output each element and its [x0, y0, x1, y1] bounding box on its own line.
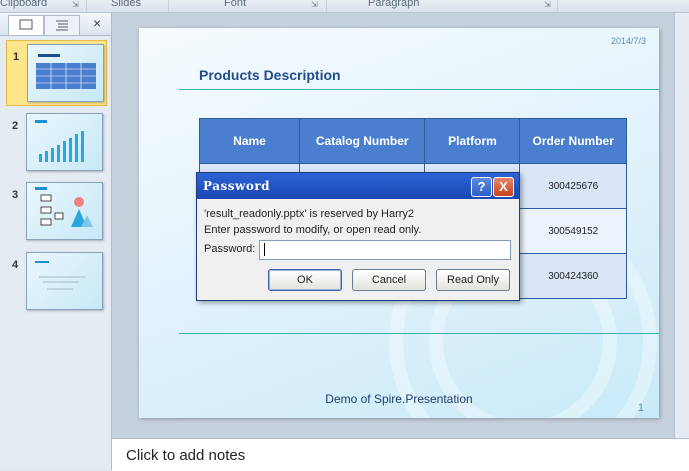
password-label: Password: — [204, 243, 256, 255]
outline-tab-icon — [56, 20, 68, 31]
clipboard-launcher-icon[interactable]: ⇲ — [72, 0, 79, 9]
password-dialog: Password ? X 'result_readonly.pptx' is r… — [196, 172, 520, 301]
slides-panel: × 1 2 3 4 — [0, 13, 112, 470]
tab-outline[interactable] — [44, 15, 80, 35]
ribbon: Clipboard ⇲ Slides Font ⇲ Paragraph ⇲ — [0, 0, 689, 13]
thumbnail-number: 4 — [12, 259, 19, 271]
divider-line — [179, 333, 659, 334]
slide-page-number: 1 — [637, 402, 644, 414]
dialog-title: Password — [203, 179, 271, 193]
panel-close-icon[interactable]: × — [93, 15, 101, 31]
table-header: Platform — [424, 118, 521, 164]
slide-thumbnail-4[interactable]: 4 — [0, 249, 111, 313]
ribbon-group-font: Font — [224, 0, 247, 9]
vertical-scrollbar[interactable] — [674, 13, 689, 438]
table-cell: 300424360 — [519, 253, 627, 299]
table-header: Catalog Number — [299, 118, 426, 164]
help-icon[interactable]: ? — [471, 177, 492, 197]
text-caret — [264, 243, 265, 256]
slide-date: 2014/7/3 — [610, 36, 646, 46]
tab-slides[interactable] — [8, 15, 44, 35]
slide-thumbnail-1[interactable]: 1 — [6, 40, 107, 106]
notes-pane[interactable]: Click to add notes — [112, 438, 689, 471]
thumbnail-number: 1 — [13, 51, 20, 63]
read-only-button[interactable]: Read Only — [436, 269, 510, 291]
dialog-message-reserved: 'result_readonly.pptx' is reserved by Ha… — [204, 208, 415, 220]
table-cell: 300425676 — [519, 163, 627, 209]
thumbnail-image — [26, 113, 103, 171]
ribbon-group-clipboard: Clipboard — [0, 0, 48, 9]
ribbon-group-slides: Slides — [111, 0, 141, 9]
password-input[interactable] — [259, 240, 511, 260]
table-header: Name — [198, 118, 301, 164]
thumbnail-number: 2 — [12, 120, 19, 132]
table-cell: 300549152 — [519, 208, 627, 254]
font-launcher-icon[interactable]: ⇲ — [311, 0, 318, 9]
paragraph-launcher-icon[interactable]: ⇲ — [544, 0, 551, 9]
slides-tab-icon — [19, 19, 33, 30]
cancel-button[interactable]: Cancel — [352, 269, 426, 291]
dialog-message-instructions: Enter password to modify, or open read o… — [204, 224, 422, 236]
ribbon-group-paragraph: Paragraph — [368, 0, 420, 9]
slide-title[interactable]: Products Description — [199, 67, 341, 83]
notes-placeholder: Click to add notes — [126, 447, 246, 464]
slide-footer: Demo of Spire.Presentation — [325, 392, 473, 406]
divider-line — [179, 89, 659, 90]
panel-tabs: × — [0, 13, 111, 36]
dialog-titlebar[interactable]: Password ? X — [197, 173, 519, 199]
ok-button[interactable]: OK — [268, 269, 342, 291]
thumbnail-image — [27, 44, 104, 102]
slide-thumbnail-3[interactable]: 3 — [0, 179, 111, 243]
thumbnail-image — [26, 182, 103, 240]
table-header: Order Number — [519, 118, 627, 164]
thumbnail-number: 3 — [12, 189, 19, 201]
thumbnail-image — [26, 252, 103, 310]
close-icon[interactable]: X — [493, 177, 514, 197]
slide-thumbnail-2[interactable]: 2 — [0, 110, 111, 174]
